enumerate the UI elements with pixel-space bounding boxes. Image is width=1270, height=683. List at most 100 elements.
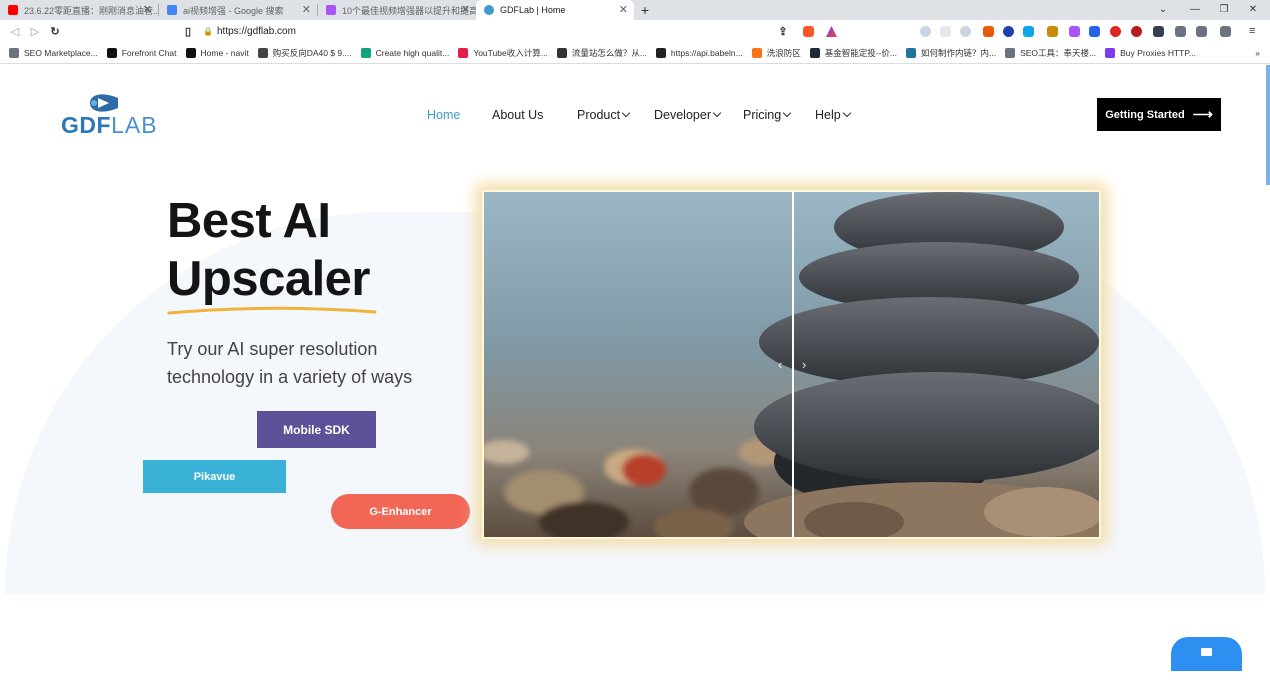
- bookmark-favicon-icon: [809, 48, 820, 58]
- address-bar[interactable]: 🔒 https://gdflab.com: [203, 22, 843, 41]
- reload-icon[interactable]: ↻: [45, 25, 65, 38]
- maximize-button[interactable]: ❐: [1209, 0, 1239, 20]
- close-tab-icon[interactable]: ✕: [302, 3, 311, 16]
- tab-search-icon[interactable]: ⌄: [1148, 0, 1178, 20]
- bookmark-item[interactable]: Buy Proxies HTTP...: [1105, 48, 1196, 58]
- browser-tab-active[interactable]: GDFLab | Home ✕: [476, 0, 634, 20]
- browser-tab[interactable]: ai视频增强 - Google 搜索 ✕: [159, 0, 317, 20]
- getting-started-button[interactable]: Getting Started ⟶: [1097, 98, 1221, 131]
- extension-icon[interactable]: [1023, 26, 1034, 37]
- slider-left-arrow-icon[interactable]: ‹: [778, 357, 782, 372]
- extension-icon[interactable]: [1131, 26, 1142, 37]
- bookmark-item[interactable]: Create high qualit...: [360, 48, 450, 58]
- extension-icon[interactable]: [1003, 26, 1014, 37]
- gdflab-logo[interactable]: GDFLAB: [61, 92, 171, 139]
- logo-text-gdf: GDF: [61, 112, 112, 138]
- chevron-down-icon: [621, 108, 631, 118]
- bookmark-item[interactable]: 基金智能定投--价...: [809, 47, 897, 59]
- g-enhancer-button[interactable]: G-Enhancer: [331, 494, 470, 529]
- brave-shield-icon[interactable]: [803, 26, 814, 37]
- hero-title-line2: Upscaler: [167, 252, 371, 306]
- nav-home[interactable]: Home: [427, 108, 460, 122]
- extension-icon[interactable]: [940, 26, 951, 37]
- extension-icon[interactable]: [1110, 26, 1121, 37]
- bookmark-item[interactable]: Forefront Chat: [106, 48, 177, 58]
- gdflab-favicon-icon: [484, 5, 494, 15]
- nav-label: Pricing: [743, 108, 782, 122]
- slider-right-arrow-icon[interactable]: ›: [802, 357, 806, 372]
- bookmark-favicon-icon: [458, 48, 469, 58]
- site-favicon-icon: [326, 5, 336, 15]
- extension-icon[interactable]: [1069, 26, 1080, 37]
- more-bookmarks-icon[interactable]: »: [1255, 48, 1260, 58]
- button-label: G-Enhancer: [369, 505, 432, 518]
- extension-icon[interactable]: [983, 26, 994, 37]
- bookmark-item[interactable]: SEO Marketplace...: [9, 48, 98, 58]
- close-tab-icon[interactable]: ✕: [143, 3, 152, 16]
- nav-pricing[interactable]: Pricing: [743, 108, 792, 122]
- extension-icon[interactable]: [1047, 26, 1058, 37]
- close-tab-icon[interactable]: ✕: [619, 3, 628, 16]
- logo-wordmark: GDFLAB: [61, 112, 158, 139]
- close-tab-icon[interactable]: ✕: [461, 3, 470, 16]
- chevron-down-icon: [842, 108, 851, 118]
- before-after-comparison[interactable]: ‹ ›: [482, 190, 1101, 539]
- pikavue-button[interactable]: Pikavue: [143, 460, 286, 493]
- bookmark-item[interactable]: 流量站怎么做？从...: [556, 47, 647, 59]
- mobile-sdk-button[interactable]: Mobile SDK: [257, 411, 376, 448]
- bookmark-favicon-icon: [360, 48, 371, 58]
- bookmark-icon[interactable]: ▯: [178, 25, 198, 38]
- nav-developer[interactable]: Developer: [654, 108, 722, 122]
- tab-title: ai视频增强 - Google 搜索: [183, 5, 284, 16]
- nav-about-us[interactable]: About Us: [492, 108, 543, 122]
- back-icon[interactable]: ◁: [5, 25, 25, 38]
- bookmark-label: 基金智能定投--价...: [824, 48, 897, 58]
- tab-title: 10个最佳视频增强器以提升和提高视...: [342, 5, 476, 16]
- nav-product[interactable]: Product: [577, 108, 631, 122]
- bookmark-label: Create high qualit...: [375, 48, 450, 58]
- bookmark-item[interactable]: Home - navit: [185, 48, 249, 58]
- nav-help[interactable]: Help: [815, 108, 851, 122]
- new-tab-button[interactable]: +: [634, 0, 656, 20]
- bookmark-item[interactable]: YouTube收入计算...: [458, 47, 548, 59]
- google-favicon-icon: [167, 5, 177, 15]
- chat-widget-button[interactable]: [1171, 637, 1242, 671]
- chevron-down-icon: [782, 108, 792, 118]
- extension-icon[interactable]: [920, 26, 931, 37]
- page-scrollbar[interactable]: [1266, 65, 1270, 185]
- sidebar-icon[interactable]: [1196, 26, 1207, 37]
- share-icon[interactable]: ⇪: [773, 25, 793, 38]
- nav-label: Help: [815, 108, 841, 122]
- tab-title: 23.6.22零距直播：刚刚消息油管...: [24, 5, 158, 16]
- bookmark-item[interactable]: 如何制作内链？内...: [906, 47, 996, 59]
- bookmark-item[interactable]: 购买反向DA40 $ 9....: [257, 47, 352, 59]
- wallet-icon[interactable]: [1220, 26, 1231, 37]
- browser-tab[interactable]: 23.6.22零距直播：刚刚消息油管... ✕: [0, 0, 158, 20]
- bookmark-label: Buy Proxies HTTP...: [1120, 48, 1197, 58]
- url-text[interactable]: https://gdflab.com: [217, 26, 296, 37]
- bookmark-favicon-icon: [185, 48, 196, 58]
- extension-icon[interactable]: [1089, 26, 1100, 37]
- web-page: GDFLAB Home About Us Product Developer P…: [0, 65, 1270, 683]
- bookmark-item[interactable]: https://api.babeln...: [655, 48, 743, 58]
- menu-icon[interactable]: ≡: [1249, 26, 1260, 37]
- bookmark-item[interactable]: SEO工具：奉天楼...: [1005, 47, 1096, 59]
- stones-image: [484, 192, 1099, 537]
- bookmark-label: SEO Marketplace...: [24, 48, 98, 58]
- nav-label: Product: [577, 108, 621, 122]
- hero-subtitle: Try our AI super resolution technology i…: [167, 339, 413, 387]
- bookmark-label: SEO工具：奉天楼...: [1020, 48, 1097, 58]
- browser-tab[interactable]: 10个最佳视频增强器以提升和提高视... ✕: [318, 0, 476, 20]
- reading-list-icon[interactable]: [1175, 26, 1186, 37]
- extension-icon[interactable]: [960, 26, 971, 37]
- tab-title: GDFLab | Home: [500, 5, 566, 15]
- bookmark-label: 洗浪防区: [766, 48, 801, 58]
- bookmark-favicon-icon: [1105, 48, 1116, 58]
- minimize-button[interactable]: —: [1180, 0, 1210, 20]
- bookmark-favicon-icon: [9, 48, 19, 58]
- puzzle-icon[interactable]: [1153, 26, 1164, 37]
- bookmark-favicon-icon: [906, 48, 916, 58]
- close-window-button[interactable]: ✕: [1238, 0, 1268, 20]
- forward-icon[interactable]: ▷: [25, 25, 45, 38]
- bookmark-item[interactable]: 洗浪防区: [751, 47, 801, 59]
